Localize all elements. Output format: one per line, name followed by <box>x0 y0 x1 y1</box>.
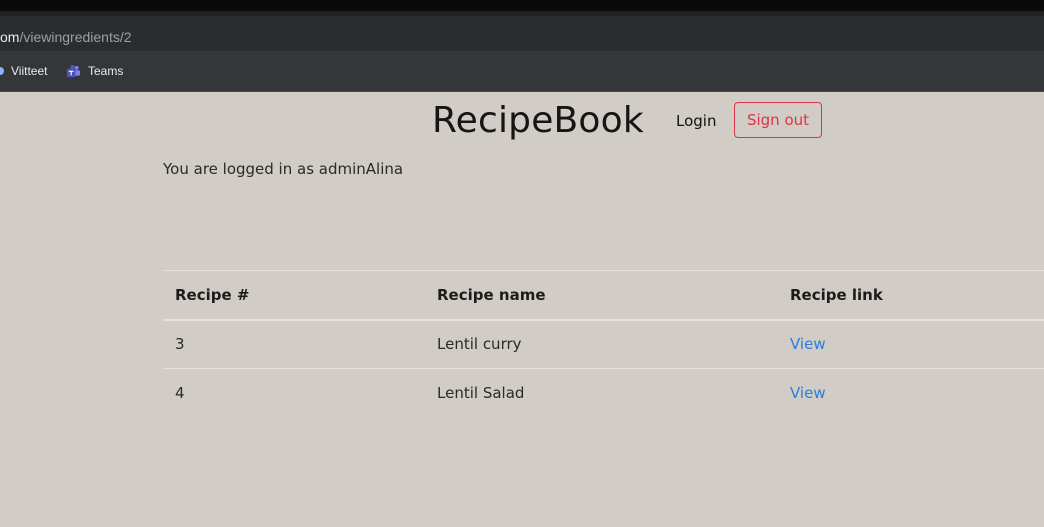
sign-out-button[interactable]: Sign out <box>734 102 822 138</box>
brand-title[interactable]: RecipeBook <box>432 100 644 141</box>
view-link[interactable]: View <box>790 335 826 353</box>
table-row: 4 Lentil Salad View <box>163 368 1044 418</box>
recipe-number: 4 <box>175 384 185 403</box>
login-link[interactable]: Login <box>676 112 716 130</box>
address-url[interactable]: om/viewingredients/2 <box>0 29 132 45</box>
recipes-table: Recipe # Recipe name Recipe link 3 Lenti… <box>163 270 1044 418</box>
recipe-number: 3 <box>175 335 185 354</box>
teams-icon <box>66 64 81 77</box>
bookmark-icon <box>0 67 4 75</box>
address-bar[interactable]: om/viewingredients/2 <box>0 16 1044 51</box>
header-recipe-link: Recipe link <box>790 285 883 304</box>
address-bar-region: om/viewingredients/2 <box>0 11 1044 51</box>
bookmarks-bar: Viitteet Teams <box>0 51 1044 91</box>
window-top-bar <box>0 0 1044 11</box>
header-recipe-number: Recipe # <box>175 285 250 304</box>
recipe-link-cell: View <box>778 369 1044 418</box>
bookmark-teams[interactable]: Teams <box>66 63 123 79</box>
recipe-name: Lentil curry <box>437 335 522 354</box>
recipe-name: Lentil Salad <box>437 384 525 403</box>
chrome-divider <box>0 91 1044 92</box>
table-header-row: Recipe # Recipe name Recipe link <box>163 270 1044 320</box>
bookmark-label: Teams <box>88 64 124 78</box>
bookmark-label: Viitteet <box>11 64 48 78</box>
logged-in-status: You are logged in as adminAlina <box>163 160 404 178</box>
url-path: /viewingredients/2 <box>19 29 132 45</box>
view-link[interactable]: View <box>790 384 826 402</box>
url-host: om <box>0 29 20 45</box>
table-row: 3 Lentil curry View <box>163 320 1044 369</box>
header-recipe-name: Recipe name <box>437 285 546 304</box>
recipe-link-cell: View <box>778 320 1044 369</box>
bookmark-viitteet[interactable]: Viitteet <box>0 63 47 79</box>
